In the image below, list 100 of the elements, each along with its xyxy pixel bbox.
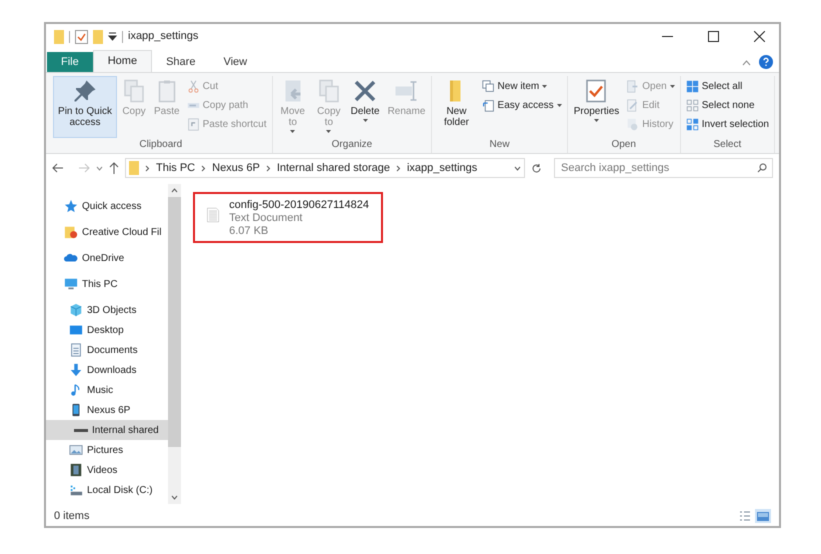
chevron-down-icon[interactable]	[514, 166, 521, 170]
group-label: Select	[713, 139, 742, 151]
desktop-icon	[69, 323, 83, 337]
download-icon	[69, 363, 83, 377]
collapse-ribbon-icon[interactable]	[742, 60, 751, 66]
nav-item[interactable]: Nexus 6P	[46, 400, 168, 420]
nav-item[interactable]: Desktop	[46, 320, 168, 340]
invert-selection-icon	[686, 118, 699, 130]
caret-icon	[556, 104, 562, 106]
ribbon-button[interactable]: Pin to Quick access	[53, 76, 117, 138]
ribbon-button[interactable]: Select none	[684, 96, 771, 114]
folder-icon	[54, 30, 64, 44]
up-icon[interactable]	[109, 162, 119, 174]
nav-item[interactable]: Documents	[46, 340, 168, 360]
file-size: 6.07 KB	[229, 225, 270, 238]
ribbon-button[interactable]: Properties	[570, 76, 622, 138]
help-icon[interactable]	[759, 55, 773, 69]
nav-item[interactable]: Downloads	[46, 360, 168, 380]
group-label: New	[490, 139, 510, 151]
search-field[interactable]: Search ixapp_settings	[554, 158, 773, 178]
scrollbar[interactable]	[168, 184, 181, 504]
nav-item[interactable]: OneDrive	[46, 248, 168, 268]
star-icon	[64, 199, 78, 213]
search-icon[interactable]	[757, 163, 767, 173]
disk-icon	[69, 483, 83, 497]
nav-item[interactable]: Creative Cloud Fil	[46, 222, 168, 242]
chevron-right-icon[interactable]	[266, 164, 271, 172]
edit-icon	[626, 98, 640, 112]
close-icon[interactable]	[754, 31, 765, 42]
shortcut-icon	[186, 118, 200, 130]
maximize-icon[interactable]	[708, 31, 719, 42]
easy-access-icon	[482, 98, 495, 112]
ribbon-button[interactable]: Select all	[684, 77, 771, 95]
file-name: config-500-20190627114824	[229, 199, 369, 212]
caret-icon	[542, 84, 548, 88]
folder-icon	[64, 225, 78, 239]
ribbon-tab[interactable]: Share	[152, 52, 210, 72]
ribbon-button[interactable]: Delete	[348, 76, 383, 138]
ribbon-button[interactable]: New item	[480, 77, 564, 95]
caret-icon	[326, 130, 332, 133]
ribbon-button[interactable]: Invert selection	[684, 115, 771, 133]
nav-item[interactable]: Pictures	[46, 440, 168, 460]
rename-icon	[394, 79, 418, 103]
chevron-right-icon[interactable]	[145, 164, 150, 172]
nav-item[interactable]: Quick access	[46, 196, 168, 216]
caret-icon	[594, 119, 599, 122]
properties-icon	[584, 79, 608, 103]
ribbon-button[interactable]: New folder	[435, 76, 478, 138]
file-type: Text Document	[229, 212, 304, 225]
pictures-icon	[69, 443, 83, 457]
breadcrumb[interactable]: Nexus 6P	[212, 160, 260, 176]
dropdown-icon[interactable]	[108, 32, 117, 41]
copy-icon	[122, 79, 146, 103]
group-label: Organize	[332, 139, 372, 151]
group-label: Clipboard	[139, 139, 182, 151]
nav-item[interactable]: Music	[46, 380, 168, 400]
ribbon-tab[interactable]: File	[47, 52, 93, 72]
history-icon	[626, 118, 640, 130]
film-icon	[69, 463, 83, 477]
caret-icon	[362, 119, 368, 122]
refresh-icon[interactable]	[531, 162, 542, 174]
large-icons-view-button[interactable]	[755, 509, 771, 523]
nav-item[interactable]: Local Disk (C:)	[46, 480, 168, 500]
chevron-right-icon[interactable]	[201, 164, 206, 172]
group-label: Open	[611, 139, 636, 151]
chevron-down-icon[interactable]	[96, 166, 103, 170]
select-all-icon	[686, 80, 699, 92]
properties-icon[interactable]	[75, 30, 88, 44]
pin-icon	[73, 79, 97, 103]
chevron-right-icon[interactable]	[396, 164, 401, 172]
chevron-down-icon[interactable]	[171, 495, 178, 500]
address-bar[interactable]: This PC Nexus 6P Internal shared storage ixapp_settings	[125, 158, 525, 178]
caret-icon	[670, 84, 675, 88]
ribbon-button[interactable]: Easy access	[480, 96, 564, 114]
window-title: ixapp_settings	[128, 29, 198, 44]
copy-icon	[316, 79, 341, 103]
nav-item[interactable]: Videos	[46, 460, 168, 480]
caret-icon	[290, 130, 296, 133]
nav-item[interactable]: 3D Objects	[46, 300, 168, 320]
scissors-icon	[186, 80, 200, 92]
select-none-icon	[686, 98, 699, 112]
cube-icon	[69, 303, 83, 317]
breadcrumb[interactable]: ixapp_settings	[406, 160, 478, 176]
breadcrumb[interactable]: This PC	[156, 160, 196, 176]
chevron-up-icon[interactable]	[171, 188, 178, 193]
nav-item[interactable]: Internal shared	[46, 420, 168, 440]
back-icon[interactable]	[52, 163, 64, 173]
ribbon-tab[interactable]: View	[209, 52, 262, 72]
file-item[interactable]: config-500-20190627114824 Text Document 6.07 KB	[193, 192, 383, 243]
drive-icon	[74, 428, 88, 432]
minimize-icon[interactable]	[662, 36, 673, 38]
folder-icon	[129, 161, 139, 175]
computer-icon	[64, 277, 78, 291]
new-item-icon	[482, 80, 495, 92]
delete-icon	[353, 79, 378, 103]
breadcrumb[interactable]: Internal shared storage	[276, 160, 390, 176]
nav-item[interactable]: This PC	[46, 274, 168, 294]
details-view-button[interactable]	[737, 509, 753, 523]
open-icon	[626, 80, 640, 92]
ribbon-tab[interactable]: Home	[92, 50, 152, 72]
